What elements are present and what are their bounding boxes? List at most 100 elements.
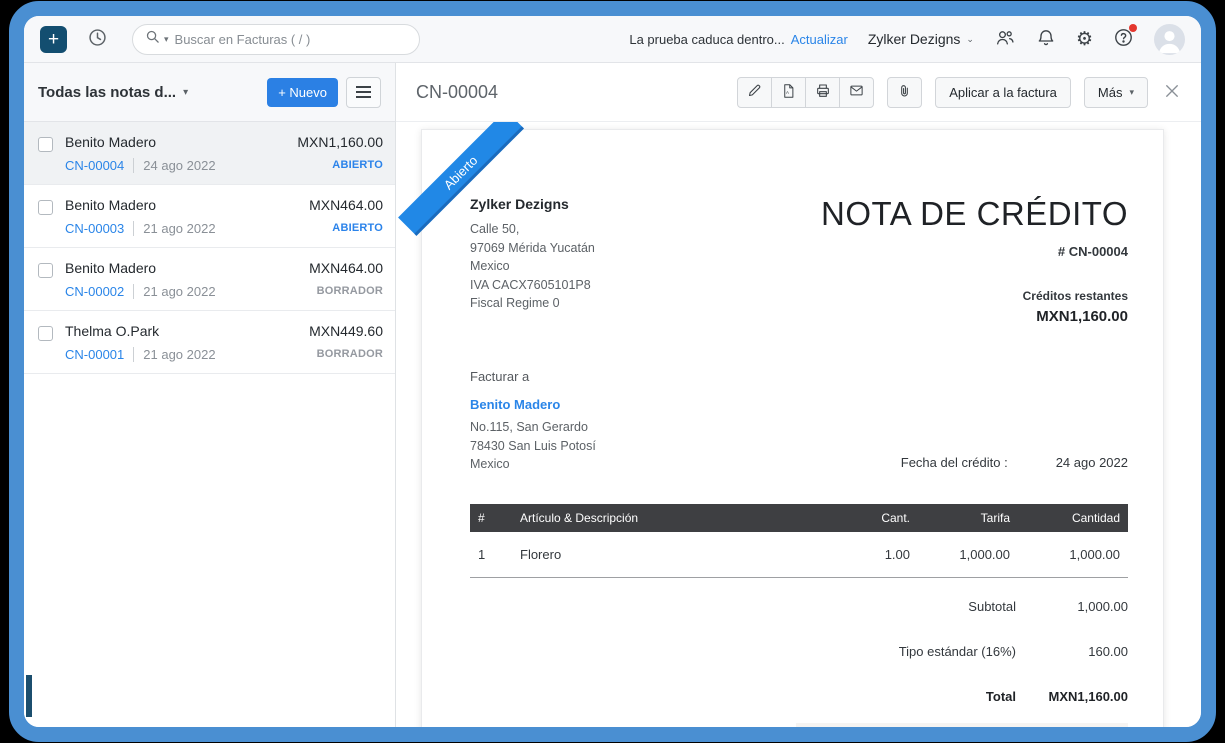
subtotal-value: 1,000.00: [1016, 599, 1128, 614]
print-button[interactable]: [805, 77, 840, 108]
close-detail-button[interactable]: [1163, 82, 1181, 103]
credits-remaining-row: Créditos restantes MXN1,160.00: [796, 723, 1128, 727]
item-qty: 1.00: [830, 532, 918, 578]
credit-date-value: 24 ago 2022: [1056, 455, 1128, 470]
line-items-table: # Artículo & Descripción Cant. Tarifa Ca…: [470, 504, 1128, 578]
credit-note-number-link[interactable]: CN-00003: [65, 221, 124, 236]
company-address-line: Calle 50,: [470, 220, 595, 239]
list-item[interactable]: Benito Madero CN-00003 21 ago 2022 MXN46…: [24, 185, 395, 248]
tax-value: 160.00: [1016, 644, 1128, 659]
credit-note-date: 21 ago 2022: [133, 347, 215, 362]
org-switcher[interactable]: Zylker Dezigns ⌄: [868, 31, 974, 47]
list-filter-label: Todas las notas d...: [38, 84, 176, 101]
customer-address-line: No.115, San Gerardo: [470, 418, 596, 437]
credits-remaining-label: Créditos restantes: [821, 289, 1128, 303]
gear-icon: ⚙: [1076, 30, 1093, 49]
notifications-button[interactable]: [1036, 27, 1056, 51]
status-badge: BORRADOR: [309, 348, 383, 360]
credit-note-number-link[interactable]: CN-00002: [65, 284, 124, 299]
credit-note-amount: MXN1,160.00: [297, 134, 383, 150]
customer-name: Benito Madero: [65, 197, 309, 213]
trial-expiry-text: La prueba caduca dentro...: [629, 32, 784, 47]
row-checkbox[interactable]: [38, 200, 53, 215]
list-filter-dropdown[interactable]: Todas las notas d... ▾: [38, 84, 188, 101]
search-icon: [145, 29, 160, 49]
col-header-rate: Tarifa: [918, 504, 1018, 532]
email-button[interactable]: [839, 77, 874, 108]
item-rate: 1,000.00: [918, 532, 1018, 578]
caret-down-icon: ▾: [1129, 87, 1134, 98]
bill-to-block: Facturar a Benito Madero No.115, San Ger…: [470, 369, 596, 474]
more-button[interactable]: Más ▾: [1084, 77, 1148, 108]
customer-name: Benito Madero: [65, 134, 297, 150]
pencil-icon: [747, 83, 762, 101]
help-button[interactable]: [1113, 27, 1134, 51]
svg-text:A: A: [786, 90, 789, 95]
credit-note-number-link[interactable]: CN-00001: [65, 347, 124, 362]
row-checkbox[interactable]: [38, 263, 53, 278]
company-address-line: 97069 Mérida Yucatán: [470, 239, 595, 258]
caret-down-icon: ▾: [183, 87, 188, 98]
upgrade-link[interactable]: Actualizar: [791, 32, 848, 47]
chevron-down-icon: ⌄: [966, 34, 974, 45]
customer-name: Benito Madero: [65, 260, 309, 276]
document-preview-area[interactable]: Abierto Zylker Dezigns Calle 50, 97069 M…: [396, 122, 1201, 727]
list-item[interactable]: Thelma O.Park CN-00001 21 ago 2022 MXN44…: [24, 311, 395, 374]
search-input[interactable]: [175, 32, 407, 47]
close-icon: [1163, 88, 1181, 103]
bell-icon: [1036, 27, 1056, 51]
printer-icon: [815, 83, 831, 102]
credit-note-date: 21 ago 2022: [133, 284, 215, 299]
bill-to-label: Facturar a: [470, 369, 596, 384]
more-label: Más: [1098, 85, 1123, 100]
notification-dot: [1129, 24, 1137, 32]
apply-to-invoice-button[interactable]: Aplicar a la factura: [935, 77, 1071, 108]
detail-toolbar: A: [737, 77, 1181, 108]
history-icon: [87, 27, 108, 51]
customer-link[interactable]: Benito Madero: [470, 397, 560, 412]
status-badge: ABIERTO: [309, 222, 383, 234]
credit-note-detail-panel: CN-00004: [396, 63, 1201, 727]
col-header-item: Artículo & Descripción: [512, 504, 830, 532]
list-options-button[interactable]: [346, 77, 381, 108]
document-number: # CN-00004: [821, 244, 1128, 259]
search-bar[interactable]: ▾: [132, 24, 420, 55]
subtotal-label: Subtotal: [796, 599, 1016, 614]
list-item[interactable]: Benito Madero CN-00002 21 ago 2022 MXN46…: [24, 248, 395, 311]
user-avatar[interactable]: [1154, 24, 1185, 55]
list-item[interactable]: Benito Madero CN-00004 24 ago 2022 MXN1,…: [24, 122, 395, 185]
status-badge: ABIERTO: [297, 159, 383, 171]
new-credit-note-button[interactable]: + Nuevo: [267, 78, 338, 107]
app-window: + ▾ La prueba caduca dentro... Actualiza…: [9, 1, 1216, 742]
envelope-icon: [848, 83, 865, 101]
list-header: Todas las notas d... ▾ + Nuevo: [24, 63, 395, 122]
total-label: Total: [796, 689, 1016, 704]
status-badge: BORRADOR: [309, 285, 383, 297]
hamburger-icon: [356, 86, 371, 98]
credit-note-number-link[interactable]: CN-00004: [65, 158, 124, 173]
customer-address-line: Mexico: [470, 455, 596, 474]
search-scope-caret-icon[interactable]: ▾: [164, 34, 169, 45]
users-icon: [994, 28, 1016, 51]
quick-create-button[interactable]: +: [40, 26, 67, 53]
paperclip-icon: [897, 83, 912, 102]
row-checkbox[interactable]: [38, 326, 53, 341]
credit-notes-list-panel: Todas las notas d... ▾ + Nuevo Benito Ma…: [24, 63, 396, 727]
credit-note-amount: MXN464.00: [309, 260, 383, 276]
tax-label: Tipo estándar (16%): [796, 644, 1016, 659]
credit-note-paper: Abierto Zylker Dezigns Calle 50, 97069 M…: [421, 129, 1164, 727]
users-button[interactable]: [994, 28, 1016, 51]
pdf-button[interactable]: A: [771, 77, 806, 108]
attachments-button[interactable]: [887, 77, 922, 108]
settings-button[interactable]: ⚙: [1076, 30, 1093, 49]
row-checkbox[interactable]: [38, 137, 53, 152]
credit-notes-list: Benito Madero CN-00004 24 ago 2022 MXN1,…: [24, 122, 395, 727]
total-row: Total MXN1,160.00: [796, 674, 1128, 719]
item-num: 1: [470, 532, 512, 578]
document-type-title: NOTA DE CRÉDITO: [821, 196, 1128, 232]
document-title-block: NOTA DE CRÉDITO # CN-00004 Créditos rest…: [821, 196, 1128, 325]
edit-button[interactable]: [737, 77, 772, 108]
recent-history-button[interactable]: [87, 27, 108, 51]
topbar: + ▾ La prueba caduca dentro... Actualiza…: [24, 16, 1201, 63]
customer-address-line: 78430 San Luis Potosí: [470, 437, 596, 456]
